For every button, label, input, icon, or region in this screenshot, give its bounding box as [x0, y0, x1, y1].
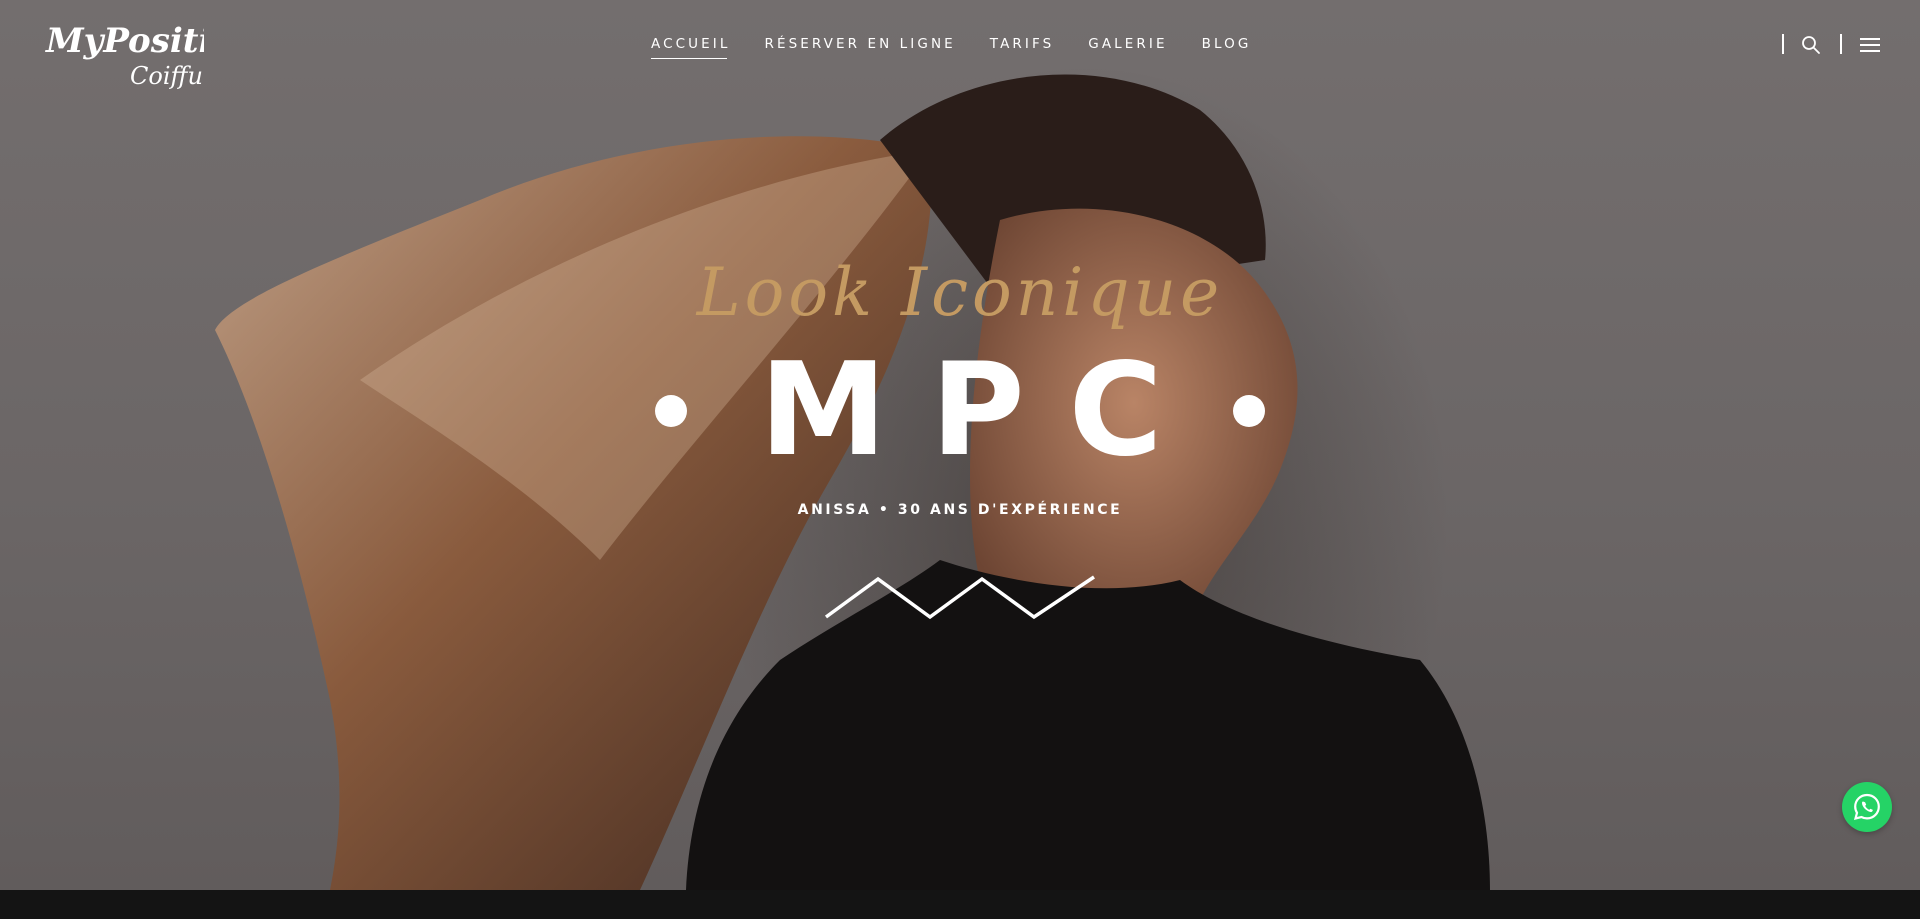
hamburger-menu-icon[interactable] [1860, 36, 1882, 54]
search-icon[interactable] [1801, 35, 1821, 55]
main-navigation: ACCUEIL RÉSERVER EN LIGNE TARIFS GALERIE… [651, 34, 1252, 59]
hero-brand-title: MPC [759, 336, 1207, 485]
hero-script-title: Look Iconique [696, 254, 1224, 331]
header-divider [1840, 34, 1842, 54]
zigzag-divider [824, 575, 1095, 620]
nav-item-blog[interactable]: BLOG [1202, 36, 1252, 56]
site-logo[interactable]: MyPositif Coiffure [44, 14, 204, 94]
whatsapp-button[interactable] [1842, 782, 1892, 832]
hero-brand-row: MPC [0, 346, 1920, 476]
header-divider [1782, 34, 1784, 54]
hero-tagline: ANISSA • 30 ANS D'EXPÉRIENCE [797, 502, 1123, 518]
right-dot-decoration [1232, 395, 1265, 427]
nav-item-galerie[interactable]: GALERIE [1088, 36, 1167, 56]
svg-text:MyPositif: MyPositif [45, 21, 204, 61]
nav-item-accueil[interactable]: ACCUEIL [651, 36, 730, 59]
bottom-bar [0, 890, 1920, 919]
nav-item-reserver-en-ligne[interactable]: RÉSERVER EN LIGNE [764, 36, 955, 56]
svg-text:Coiffure: Coiffure [130, 62, 204, 90]
whatsapp-icon [1853, 793, 1880, 821]
nav-item-tarifs[interactable]: TARIFS [990, 36, 1055, 56]
left-dot-decoration [655, 395, 688, 427]
